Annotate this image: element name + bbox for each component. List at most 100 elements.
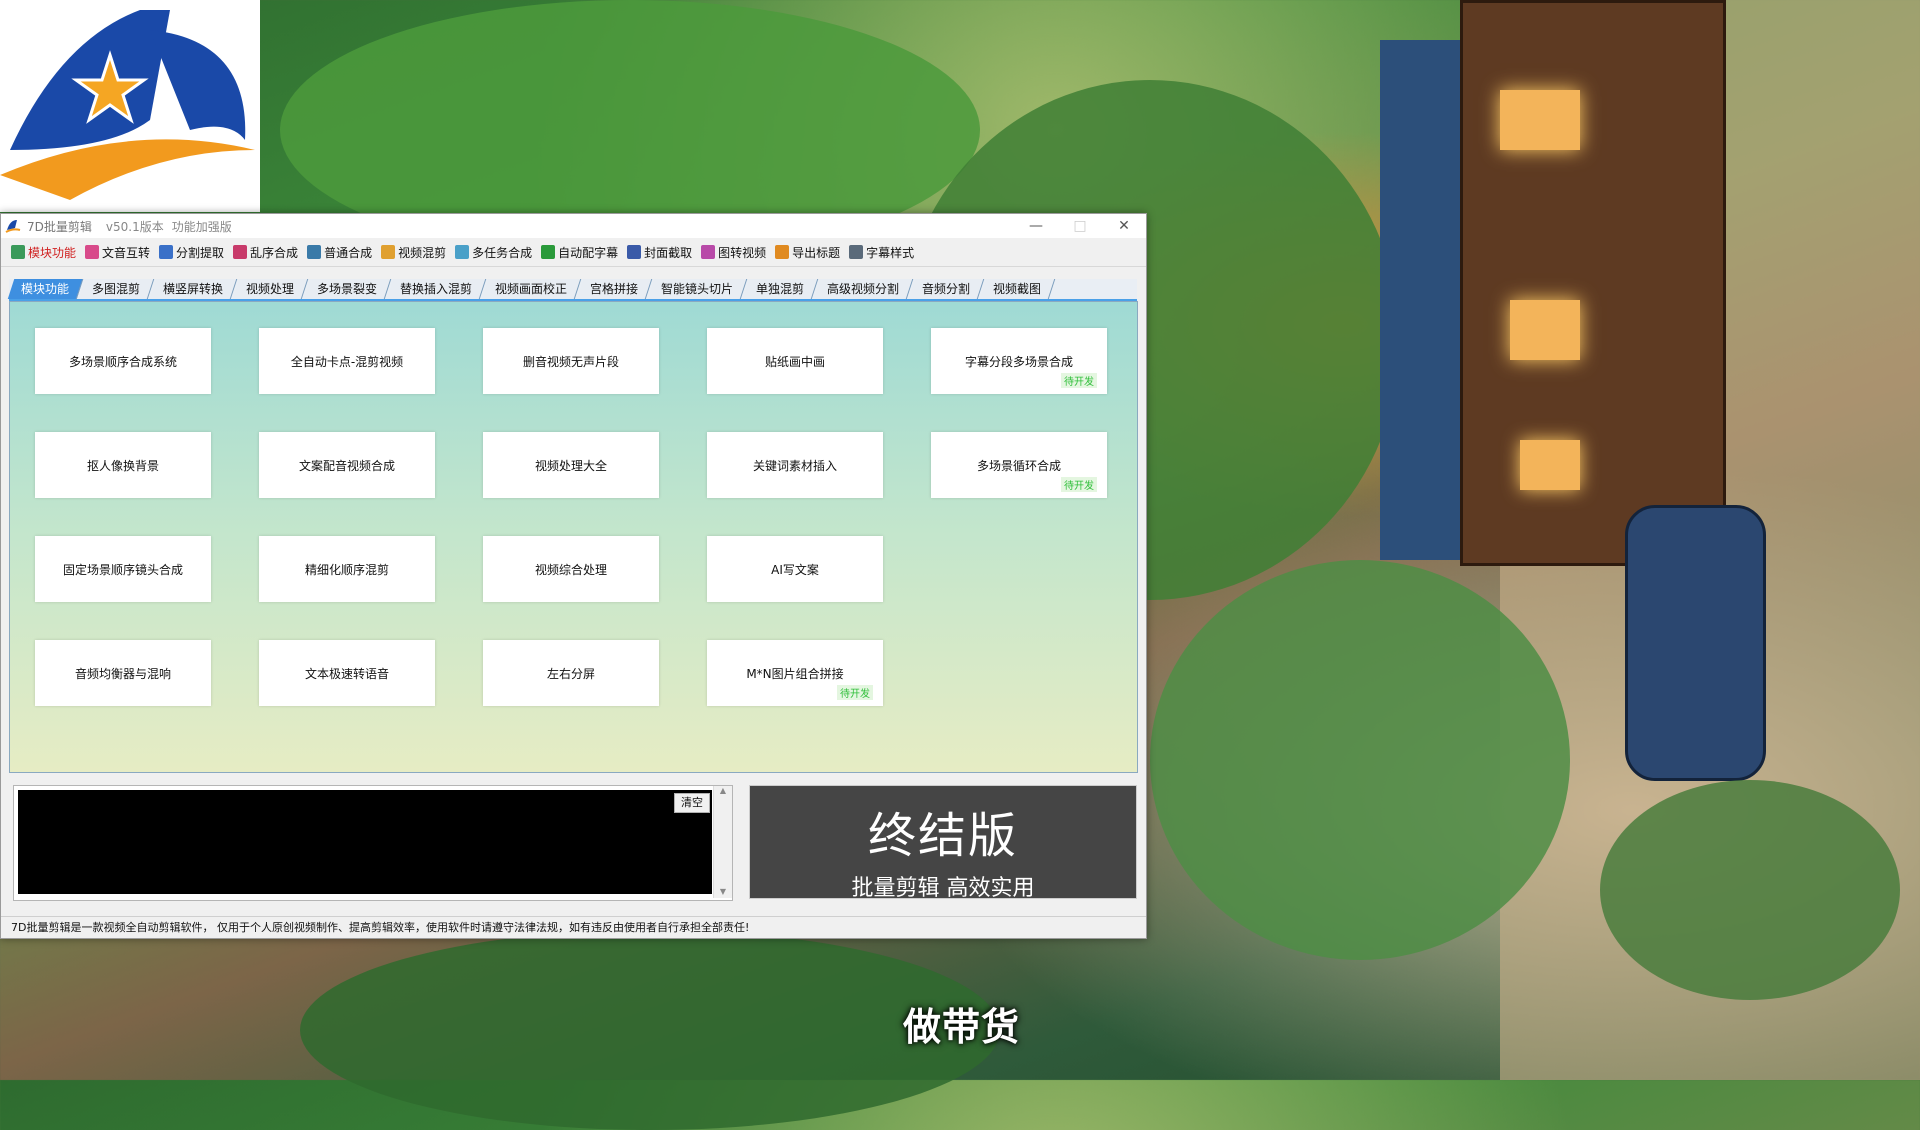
tab-label: 视频处理 xyxy=(246,282,295,296)
app-window: 7D批量剪辑 v50.1版本 功能加强版 — □ ✕ 模块功能 文音互转 分割提取 乱… xyxy=(0,213,1147,939)
module-card-label: 贴纸画中画 xyxy=(764,354,825,369)
tab-12[interactable]: 视频截图 xyxy=(979,279,1056,299)
module-card[interactable]: 全自动卡点-混剪视频 xyxy=(259,328,435,394)
tab-6[interactable]: 视频画面校正 xyxy=(481,279,582,299)
toolbar-button-1[interactable]: 文音互转 xyxy=(85,244,150,261)
toolbar-button-4[interactable]: 普通合成 xyxy=(307,244,372,261)
module-card[interactable]: 视频处理大全 xyxy=(483,432,659,498)
banner-title: 终结版 xyxy=(867,808,1018,864)
toolbar-label: 导出标题 xyxy=(792,245,841,260)
module-card-label: 抠人像换背景 xyxy=(86,458,159,473)
main-toolbar: 模块功能 文音互转 分割提取 乱序合成 普通合成 视频混剪 多任务合成 自动配字幕 封面截取 图转… xyxy=(1,238,1146,267)
tab-3[interactable]: 视频处理 xyxy=(232,279,309,299)
toolbar-button-3[interactable]: 乱序合成 xyxy=(233,244,298,261)
clear-log-button[interactable]: 清空 xyxy=(674,793,710,813)
toolbar-button-5[interactable]: 视频混剪 xyxy=(381,244,446,261)
module-card[interactable]: 抠人像换背景 xyxy=(35,432,211,498)
module-card[interactable]: 贴纸画中画 xyxy=(707,328,883,394)
toolbar-label: 字幕样式 xyxy=(866,245,915,260)
module-card-label: 视频综合处理 xyxy=(534,562,607,577)
banner-subtitle: 批量剪辑 高效实用 xyxy=(851,876,1035,901)
text-audio-icon xyxy=(85,245,100,259)
toolbar-button-11[interactable]: 字幕样式 xyxy=(849,244,914,261)
module-card[interactable]: 文案配音视频合成 xyxy=(259,432,435,498)
module-card-label: 多场景循环合成 xyxy=(976,458,1061,473)
window-title: 7D批量剪辑 xyxy=(27,219,92,234)
toolbar-label: 自动配字幕 xyxy=(558,245,619,260)
house-window xyxy=(1510,300,1580,360)
close-button[interactable]: ✕ xyxy=(1102,218,1146,234)
logo-icon xyxy=(0,10,255,200)
tab-11[interactable]: 音频分割 xyxy=(908,279,985,299)
module-card[interactable]: AI写文案 xyxy=(707,536,883,602)
minimize-button[interactable]: — xyxy=(1014,218,1058,234)
tab-label: 模块功能 xyxy=(21,282,70,296)
module-card[interactable]: 左右分屏 xyxy=(483,640,659,706)
module-card[interactable]: 精细化顺序混剪 xyxy=(259,536,435,602)
status-bar: 7D批量剪辑是一款视频全自动剪辑软件， 仅用于个人原创视频制作、提高剪辑效率，使… xyxy=(1,916,1146,938)
window-version: v50.1版本 xyxy=(105,219,164,234)
tab-label: 视频画面校正 xyxy=(495,282,568,296)
tab-0[interactable]: 模块功能 xyxy=(7,279,84,299)
toolbar-button-7[interactable]: 自动配字幕 xyxy=(541,244,618,261)
toolbar-button-9[interactable]: 图转视频 xyxy=(701,244,766,261)
module-card[interactable]: M*N图片组合拼接待开发 xyxy=(707,640,883,706)
tab-4[interactable]: 多场景裂变 xyxy=(303,279,392,299)
tab-1[interactable]: 多图混剪 xyxy=(78,279,155,299)
toolbar-label: 模块功能 xyxy=(28,245,77,260)
tab-8[interactable]: 智能镜头切片 xyxy=(647,279,748,299)
log-scrollbar[interactable]: ▲ ▼ xyxy=(713,786,732,898)
layers-icon xyxy=(307,245,322,259)
tab-label: 音频分割 xyxy=(922,282,971,296)
module-card[interactable]: 关键词素材插入 xyxy=(707,432,883,498)
tab-10[interactable]: 高级视频分割 xyxy=(813,279,914,299)
toolbar-button-8[interactable]: 封面截取 xyxy=(627,244,692,261)
toolbar-button-10[interactable]: 导出标题 xyxy=(775,244,840,261)
module-card-label: 精细化顺序混剪 xyxy=(304,562,389,577)
toolbar-label: 封面截取 xyxy=(644,245,693,260)
tab-label: 替换插入混剪 xyxy=(400,282,473,296)
multitask-icon xyxy=(455,245,470,259)
module-card[interactable]: 字幕分段多场景合成 待开发 xyxy=(931,328,1107,394)
pending-badge: 待开发 xyxy=(837,685,873,700)
module-card[interactable]: 多场景循环合成 待开发 xyxy=(931,432,1107,498)
toolbar-button-6[interactable]: 多任务合成 xyxy=(455,244,532,261)
module-card[interactable]: 删音视频无声片段 xyxy=(483,328,659,394)
tab-2[interactable]: 横竖屏转换 xyxy=(149,279,238,299)
log-output xyxy=(18,790,712,894)
module-card[interactable]: 音频均衡器与混响 xyxy=(35,640,211,706)
toolbar-label: 分割提取 xyxy=(176,245,225,260)
image-video-icon xyxy=(701,245,716,259)
toolbar-label: 文音互转 xyxy=(102,245,151,260)
toolbar-button-0[interactable]: 模块功能 xyxy=(11,244,76,261)
module-card[interactable]: 固定场景顺序镜头合成 xyxy=(35,536,211,602)
scroll-up-icon[interactable]: ▲ xyxy=(714,786,732,795)
tab-label: 多场景裂变 xyxy=(317,282,378,296)
toolbar-button-2[interactable]: 分割提取 xyxy=(159,244,224,261)
module-card[interactable]: 视频综合处理 xyxy=(483,536,659,602)
tree-canopy xyxy=(1150,560,1570,960)
module-card-label: AI写文案 xyxy=(771,562,819,577)
maximize-button[interactable]: □ xyxy=(1058,218,1102,234)
module-card-label: 左右分屏 xyxy=(546,666,595,681)
text-style-icon xyxy=(849,245,864,259)
module-panel: 多场景顺序合成系统 全自动卡点-混剪视频 删音视频无声片段 贴纸画中画 字幕分段多场景合… xyxy=(9,301,1138,773)
brand-logo xyxy=(0,0,260,212)
toolbar-label: 图转视频 xyxy=(718,245,767,260)
module-card-label: 文本极速转语音 xyxy=(304,666,389,681)
module-card[interactable]: 文本极速转语音 xyxy=(259,640,435,706)
log-panel: 清空 ▲ ▼ xyxy=(13,785,733,901)
edition-banner: 终结版 批量剪辑 高效实用 xyxy=(749,785,1137,901)
module-card-label: 删音视频无声片段 xyxy=(522,354,619,369)
module-card[interactable]: 多场景顺序合成系统 xyxy=(35,328,211,394)
toolbar-label: 普通合成 xyxy=(324,245,373,260)
tab-label: 智能镜头切片 xyxy=(661,282,734,296)
tab-strip: 模块功能 多图混剪 横竖屏转换 视频处理 多场景裂变 替换插入混剪 视频画面校正 宫格拼接 智能… xyxy=(7,279,1137,301)
scroll-down-icon[interactable]: ▼ xyxy=(714,887,732,896)
car xyxy=(1625,505,1766,781)
tab-7[interactable]: 宫格拼接 xyxy=(576,279,653,299)
tab-5[interactable]: 替换插入混剪 xyxy=(386,279,487,299)
module-card-label: M*N图片组合拼接 xyxy=(746,666,844,681)
tab-9[interactable]: 单独混剪 xyxy=(742,279,819,299)
tree-canopy xyxy=(300,930,1000,1130)
